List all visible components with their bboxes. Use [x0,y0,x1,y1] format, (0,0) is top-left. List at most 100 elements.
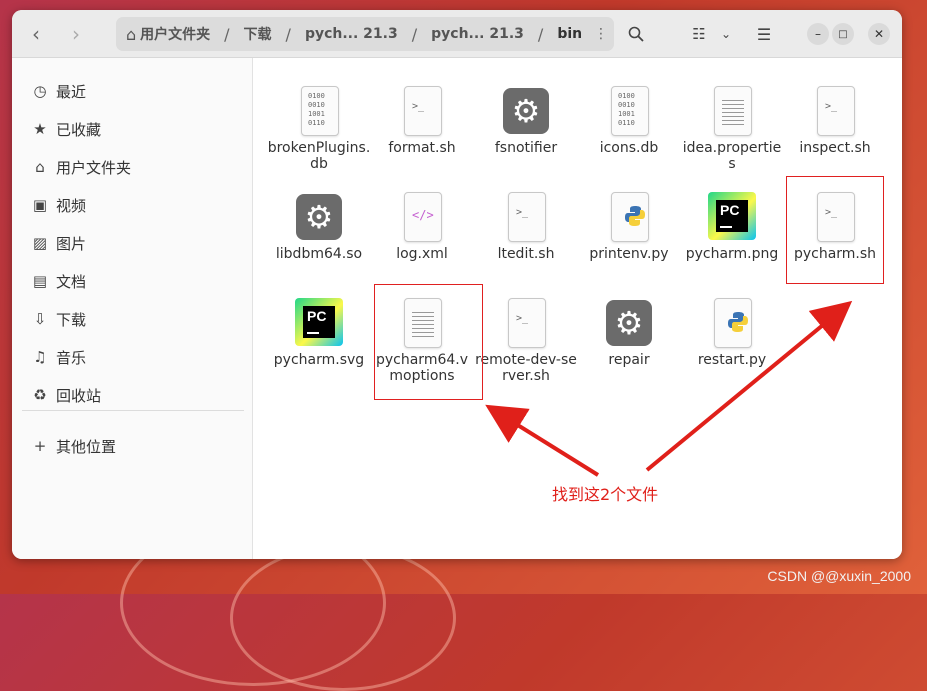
sidebar-item[interactable]: ⇩ 下载 [30,306,86,332]
sidebar-item[interactable]: ▨ 图片 [30,230,86,256]
sidebar-item[interactable]: ★ 已收藏 [30,116,101,142]
list-view-icon: ☷ [692,25,706,43]
file-icon: >_ [810,86,860,136]
file-item[interactable]: 0100 0010 1001 0110 icons.db [577,82,681,156]
gear-icon: ⚙ [606,300,652,346]
trash-icon: ♻ [33,386,47,404]
star-icon: ★ [33,120,47,138]
sidebar-item-other-locations[interactable]: + 其他位置 [30,433,116,459]
crumb-pycharm-1[interactable]: pych... 21.3 [297,26,406,42]
sidebar-item[interactable]: ♫ 音乐 [30,344,86,370]
file-item[interactable]: PC pycharm.svg [267,294,371,368]
annotation-text: 找到这2个文件 [552,485,659,504]
crumb-downloads[interactable]: 下载 [236,24,280,44]
clock-icon: ◷ [33,82,47,100]
file-item[interactable]: >_ ltedit.sh [474,188,578,262]
sidebar-separator [22,410,244,411]
maximize-icon: □ [838,28,848,40]
file-icon: PC [294,298,344,348]
sidebar-item[interactable]: ▤ 文档 [30,268,86,294]
minimize-icon: – [815,27,821,41]
search-icon [628,26,644,42]
file-icon: ⚙ [501,86,551,136]
file-item[interactable]: >_ format.sh [370,82,474,156]
sidebar-item[interactable]: ▣ 视频 [30,192,86,218]
chevron-down-icon: ⌄ [720,27,732,41]
file-icon [707,86,757,136]
view-options-button[interactable]: ⌄ [716,18,736,50]
download-icon: ⇩ [33,310,47,328]
sidebar-item[interactable]: ♻ 回收站 [30,382,101,408]
binary-file-icon: 0100 0010 1001 0110 [301,86,339,136]
sidebar-item-label: 文档 [56,272,87,291]
image-icon: ▨ [32,234,48,252]
file-item[interactable]: restart.py [680,294,784,368]
file-item[interactable]: ⚙ libdbm64.so [267,188,371,262]
script-file-icon: >_ [817,86,855,136]
file-item[interactable]: 0100 0010 1001 0110 brokenPlugins.db [267,82,371,172]
wallpaper-curve [230,545,456,691]
menu-button[interactable]: ☰ [748,18,780,50]
search-button[interactable] [620,18,652,50]
back-button[interactable]: ‹ [20,18,52,50]
file-item[interactable]: ⚙ fsnotifier [474,82,578,156]
script-file-icon: >_ [508,192,546,242]
crumb-home[interactable]: 用户文件夹 [136,24,218,44]
path-separator: / [224,24,230,44]
sidebar-item-label: 下载 [56,310,87,329]
text-file-icon [714,86,752,136]
chevron-right-icon: › [72,22,80,46]
file-item[interactable]: >_ inspect.sh [783,82,887,156]
python-file-icon [611,192,649,242]
file-name: libdbm64.so [275,246,363,262]
file-item[interactable]: ⚙ repair [577,294,681,368]
minimize-button[interactable]: – [807,23,829,45]
sidebar-item-label: 最近 [56,82,87,101]
file-name: format.sh [388,140,456,156]
file-icon: ⚙ [294,192,344,242]
file-item[interactable]: </> log.xml [370,188,474,262]
file-name: repair [608,352,650,368]
maximize-button[interactable]: □ [832,23,854,45]
crumb-pycharm-2[interactable]: pych... 21.3 [423,26,532,42]
file-icon [707,298,757,348]
file-manager-window: ‹ › ⌂ 用户文件夹 / 下载 / pych... 21.3 / pych..… [12,10,902,559]
python-file-icon [714,298,752,348]
home-icon: ⌂ [35,158,45,176]
file-name: log.xml [396,246,448,262]
file-icon: >_ [501,192,551,242]
file-name: icons.db [599,140,659,156]
file-item[interactable]: >_ remote-dev-server.sh [474,294,578,384]
binary-file-icon: 0100 0010 1001 0110 [611,86,649,136]
file-icon: >_ [397,86,447,136]
file-icon: 0100 0010 1001 0110 [294,86,344,136]
forward-button[interactable]: › [60,18,92,50]
file-icon: >_ [501,298,551,348]
pycharm-logo-icon: PC [295,298,343,346]
chevron-left-icon: ‹ [32,22,40,46]
more-options-icon[interactable]: ⋮ [594,26,608,42]
sidebar-item[interactable]: ◷ 最近 [30,78,86,104]
crumb-bin[interactable]: bin [549,26,590,42]
file-item[interactable]: idea.properties [680,82,784,172]
file-name: pycharm.png [685,246,779,262]
sidebar: ◷ 最近 ★ 已收藏 ⌂ 用户文件夹 ▣ 视频 ▨ 图片 ▤ 文档 ⇩ 下载 ♫ 音乐 ♻ 回收站 + 其他位置 [12,58,253,559]
file-name: idea.properties [682,140,782,172]
film-icon: ▣ [32,196,48,214]
file-item[interactable]: PC pycharm.png [680,188,784,262]
pycharm-logo-icon: PC [708,192,756,240]
file-icon: </> [397,192,447,242]
view-list-button[interactable]: ☷ [686,18,712,50]
highlight-box-pycharm-sh [786,176,884,284]
hamburger-menu-icon: ☰ [756,24,772,44]
file-name: remote-dev-server.sh [475,352,577,384]
file-name: ltedit.sh [497,246,555,262]
close-button[interactable]: ✕ [868,23,890,45]
file-name: printenv.py [589,246,669,262]
path-bar: ⌂ 用户文件夹 / 下载 / pych... 21.3 / pych... 21… [116,17,614,51]
sidebar-item-label: 回收站 [56,386,102,405]
header-bar: ‹ › ⌂ 用户文件夹 / 下载 / pych... 21.3 / pych..… [12,10,902,58]
sidebar-item[interactable]: ⌂ 用户文件夹 [30,154,131,180]
file-item[interactable]: printenv.py [577,188,681,262]
file-icon: PC [707,192,757,242]
